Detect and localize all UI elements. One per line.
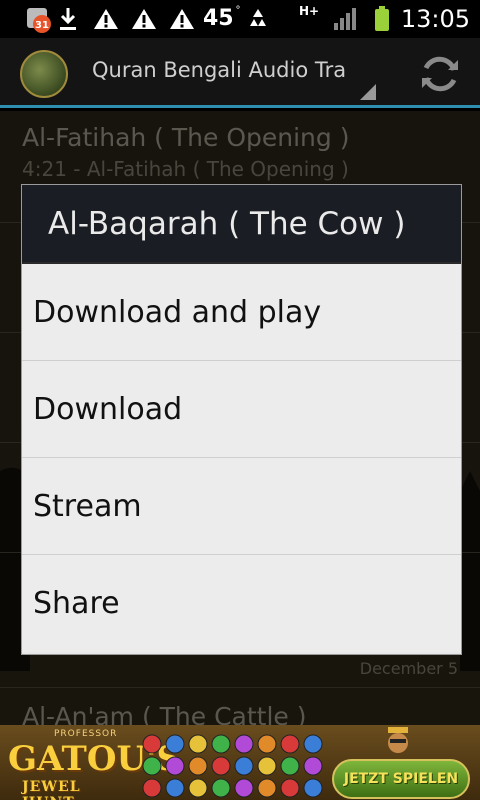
action-bar: Quran Bengali Audio Tra: [0, 38, 480, 108]
status-bar: 31 45 ° H+ 13:05: [0, 0, 480, 38]
battery-percent-text: 45: [203, 6, 234, 31]
gem-icon: [280, 756, 300, 776]
stream-option[interactable]: Stream: [22, 458, 461, 555]
gem-icon: [165, 778, 185, 798]
gem-icon: [303, 756, 323, 776]
ad-cta-button[interactable]: JETZT SPIELEN: [332, 759, 470, 799]
gem-icon: [142, 734, 162, 754]
gem-icon: [211, 756, 231, 776]
gem-icon: [303, 734, 323, 754]
degree-mark: °: [235, 4, 241, 16]
gem-icon: [257, 778, 277, 798]
gem-icon: [234, 734, 254, 754]
share-option[interactable]: Share: [22, 555, 461, 652]
app-title[interactable]: Quran Bengali Audio Tra: [92, 58, 348, 82]
gem-icon: [257, 734, 277, 754]
signal-icon: [332, 4, 360, 34]
clock-time: 13:05: [400, 5, 470, 33]
gem-icon: [234, 778, 254, 798]
battery-icon: [370, 4, 394, 34]
gem-icon: [303, 778, 323, 798]
gem-icon: [165, 756, 185, 776]
ad-banner[interactable]: PROFESSOR GATOU'S JEWEL HUNT JETZT SPIEL…: [0, 725, 480, 800]
gem-icon: [280, 778, 300, 798]
quran-logo-icon[interactable]: [20, 50, 68, 98]
gem-icon: [280, 734, 300, 754]
gem-icon: [165, 734, 185, 754]
notification-count: 31: [35, 20, 49, 31]
warning-icon: [168, 4, 196, 34]
download-icon: [58, 4, 78, 34]
ad-sub-text: JEWEL HUNT: [22, 779, 81, 800]
dialog-title: Al-Baqarah ( The Cow ): [48, 205, 406, 242]
download-and-play-option[interactable]: Download and play: [22, 264, 461, 361]
gem-icon: [188, 756, 208, 776]
ad-logo: PROFESSOR GATOU'S JEWEL HUNT: [4, 727, 181, 800]
ad-character: [388, 727, 408, 753]
gem-icon: [211, 778, 231, 798]
gem-icon: [142, 778, 162, 798]
calendar-notification-icon: 31: [22, 4, 56, 34]
download-option[interactable]: Download: [22, 361, 461, 458]
gem-icon: [188, 734, 208, 754]
gem-icon: [188, 778, 208, 798]
dialog-header: Al-Baqarah ( The Cow ): [22, 185, 461, 264]
gem-icon: [234, 756, 254, 776]
warning-icon: [92, 4, 120, 34]
network-type: H+: [298, 4, 320, 18]
gem-icon: [211, 734, 231, 754]
options-dialog: Al-Baqarah ( The Cow ) Download and play…: [21, 184, 462, 655]
ad-professor-text: PROFESSOR: [54, 729, 118, 739]
recycle-icon: [244, 4, 272, 34]
refresh-icon[interactable]: [416, 50, 464, 98]
gems-grid: [142, 734, 323, 798]
gem-icon: [142, 756, 162, 776]
gem-icon: [257, 756, 277, 776]
warning-icon: [130, 4, 158, 34]
spinner-caret-icon[interactable]: [360, 84, 376, 100]
